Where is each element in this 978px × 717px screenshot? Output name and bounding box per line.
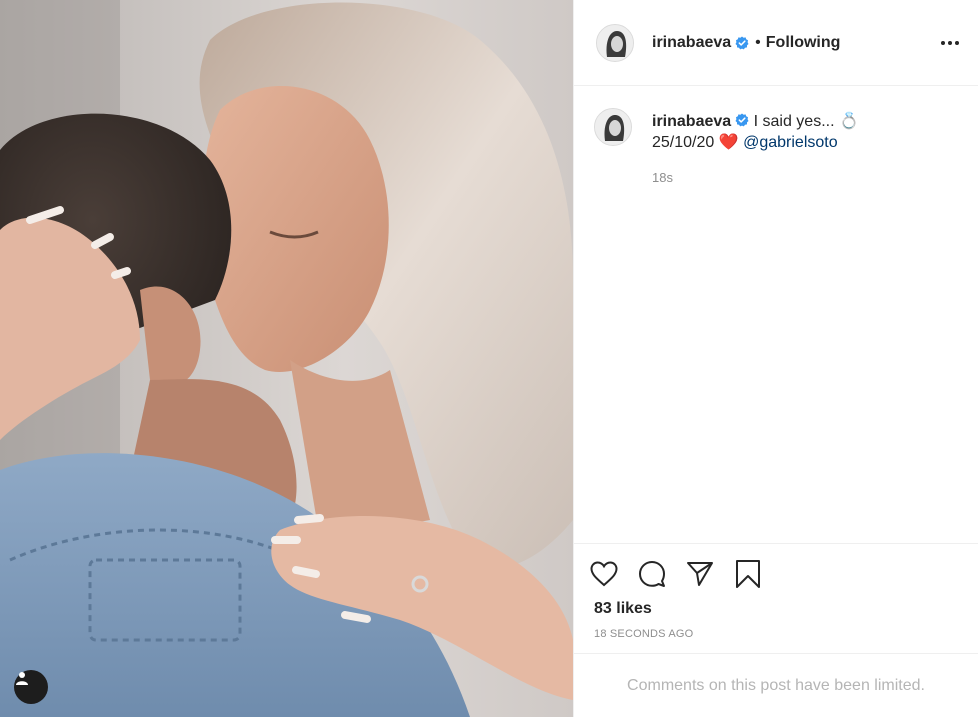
post-timestamp[interactable]: 18 SECONDS AGO: [594, 628, 958, 640]
caption-text: I said yes... 💍: [753, 113, 859, 130]
actions-block: 83 likes 18 SECONDS AGO: [574, 543, 978, 653]
comments-limited-notice: Comments on this post have been limited.: [574, 653, 978, 717]
like-button[interactable]: [588, 558, 620, 590]
photo-illustration: [0, 0, 573, 717]
caption-avatar[interactable]: [594, 108, 632, 146]
post-photo[interactable]: [0, 0, 573, 717]
comment-button[interactable]: [636, 558, 668, 590]
comment-icon: [639, 561, 665, 587]
heart-emoji: ❤️: [718, 134, 739, 151]
post-side-panel: irinabaeva • Following irinabaeva I said…: [573, 0, 978, 717]
bookmark-icon: [736, 560, 760, 588]
caption-date: 25/10/20: [652, 134, 715, 151]
user-tag-icon: [16, 672, 28, 685]
user-tag-button[interactable]: [14, 670, 48, 704]
caption-time: 18s: [652, 170, 673, 185]
header-username[interactable]: irinabaeva: [652, 34, 731, 52]
save-button[interactable]: [732, 558, 764, 590]
following-button[interactable]: Following: [766, 34, 841, 52]
likes-count[interactable]: 83 likes: [594, 600, 958, 618]
more-options-icon: [941, 40, 959, 45]
avatar-image: [597, 24, 633, 61]
share-icon: [687, 562, 713, 586]
action-bar: [590, 556, 958, 592]
heart-icon: [590, 561, 618, 587]
caption-body: irinabaeva I said yes... 💍 25/10/20 ❤️ @…: [652, 108, 859, 188]
avatar[interactable]: [596, 23, 634, 62]
verified-badge-icon: [735, 113, 749, 127]
avatar-image: [595, 109, 631, 145]
header-separator: •: [755, 33, 761, 51]
caption-username[interactable]: irinabaeva: [652, 113, 731, 130]
mention-link[interactable]: @gabrielsoto: [743, 134, 838, 151]
post-header: irinabaeva • Following: [574, 0, 978, 86]
instagram-post: irinabaeva • Following irinabaeva I said…: [0, 0, 978, 717]
share-button[interactable]: [684, 558, 716, 590]
verified-badge-icon: [735, 36, 749, 49]
caption: irinabaeva I said yes... 💍 25/10/20 ❤️ @…: [594, 108, 962, 188]
caption-area: irinabaeva I said yes... 💍 25/10/20 ❤️ @…: [574, 86, 978, 543]
more-options-button[interactable]: [938, 31, 962, 55]
